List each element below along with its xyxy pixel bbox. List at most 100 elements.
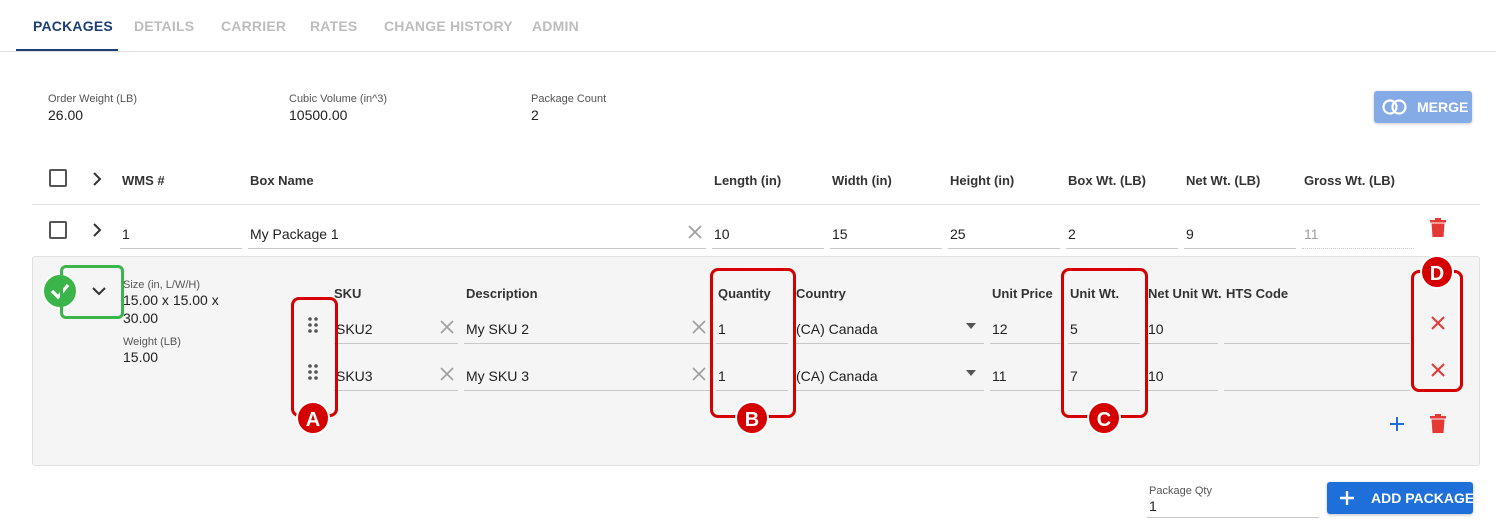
dropdown-arrow-icon (966, 323, 976, 329)
clear-icon[interactable] (692, 320, 706, 334)
header-divider (32, 204, 1480, 205)
weight-label: Weight (LB) (123, 336, 181, 348)
height-value: 25 (950, 226, 966, 242)
tab-rates[interactable]: RATES (310, 18, 357, 34)
clear-icon[interactable] (692, 367, 706, 381)
net-wt-value: 9 (1186, 226, 1194, 242)
net-wt-field[interactable]: 9 (1184, 209, 1296, 249)
unit-price-field[interactable]: 11 (990, 351, 1062, 391)
net-unit-wt-field[interactable]: 10 (1146, 351, 1218, 391)
unit-price-value: 11 (992, 368, 1007, 384)
annotation-badge-a: A (296, 401, 330, 435)
header-description: Description (466, 286, 538, 301)
unit-price-field[interactable]: 12 (990, 304, 1062, 344)
box-name-value: My Package 1 (250, 226, 339, 242)
length-value: 10 (714, 226, 730, 242)
header-height: Height (in) (950, 173, 1015, 188)
cubic-volume-value: 10500.00 (289, 107, 348, 123)
tab-carrier[interactable]: CARRIER (221, 18, 286, 34)
tab-change-history[interactable]: CHANGE HISTORY (384, 18, 513, 34)
package-qty-value: 1 (1149, 498, 1157, 514)
width-field[interactable]: 15 (830, 209, 942, 249)
header-net-unit-wt: Net Unit Wt. (1148, 286, 1222, 301)
add-item-plus-icon[interactable] (1389, 416, 1405, 432)
header-net-wt: Net Wt. (LB) (1186, 173, 1261, 188)
tab-packages[interactable]: PACKAGES (33, 18, 113, 34)
net-unit-wt-field[interactable]: 10 (1146, 304, 1218, 344)
annotation-box-a (291, 297, 338, 417)
sku-field[interactable]: SKU2 (334, 304, 458, 344)
delete-package-trash-icon[interactable] (1429, 218, 1447, 238)
annotation-box-b (710, 268, 796, 418)
dropdown-arrow-icon (966, 370, 976, 376)
cubic-volume-label: Cubic Volume (in^3) (289, 93, 388, 105)
wms-value: 1 (122, 226, 130, 242)
wms-field[interactable]: 1 (120, 209, 242, 249)
header-wms: WMS # (122, 173, 165, 188)
package-qty-field[interactable]: 1 (1147, 496, 1319, 518)
description-value: My SKU 2 (466, 321, 530, 337)
order-weight-value: 26.00 (48, 107, 84, 123)
size-value-line2: 30.00 (123, 310, 159, 326)
clear-icon[interactable] (440, 367, 454, 381)
header-box-wt: Box Wt. (LB) (1068, 173, 1146, 188)
box-name-field[interactable]: My Package 1 (248, 209, 706, 249)
merge-button[interactable]: MERGE (1374, 91, 1472, 123)
header-hts-code: HTS Code (1226, 286, 1289, 301)
gross-wt-value: 11 (1304, 226, 1319, 242)
unit-price-value: 12 (992, 321, 1008, 337)
country-value: (CA) Canada (796, 321, 878, 337)
annotation-badge-b: B (735, 401, 769, 435)
package-count-label: Package Count (531, 93, 607, 105)
tab-details[interactable]: DETAILS (134, 18, 194, 34)
order-weight-label: Order Weight (LB) (48, 93, 138, 105)
clear-icon[interactable] (688, 225, 702, 239)
description-field[interactable]: My SKU 2 (464, 304, 710, 344)
row-checkbox[interactable] (49, 221, 67, 239)
sku-value: SKU3 (336, 368, 373, 384)
annotation-box-c (1061, 268, 1148, 418)
header-country: Country (796, 286, 846, 301)
length-field[interactable]: 10 (712, 209, 824, 249)
select-all-checkbox[interactable] (49, 169, 67, 187)
height-field[interactable]: 25 (948, 209, 1060, 249)
add-package-label: ADD PACKAGE (1371, 490, 1475, 506)
net-unit-wt-value: 10 (1148, 368, 1164, 384)
description-field[interactable]: My SKU 3 (464, 351, 710, 391)
country-value: (CA) Canada (796, 368, 878, 384)
active-tab-indicator (16, 49, 118, 51)
weight-value: 15.00 (123, 349, 159, 365)
description-value: My SKU 3 (466, 368, 530, 384)
merge-button-label: MERGE (1417, 99, 1469, 115)
expand-all-chevron-icon[interactable] (89, 171, 105, 187)
box-wt-field[interactable]: 2 (1066, 209, 1178, 249)
header-sku: SKU (334, 286, 362, 301)
size-label: Size (in, L/W/H) (123, 279, 201, 291)
header-unit-price: Unit Price (992, 286, 1053, 301)
width-value: 15 (832, 226, 848, 242)
tab-bar: PACKAGES DETAILS CARRIER RATES CHANGE HI… (0, 0, 1496, 52)
plus-icon (1340, 491, 1354, 505)
collapse-row-chevron-icon[interactable] (91, 285, 107, 297)
size-value-line1: 15.00 x 15.00 x (123, 292, 219, 308)
sku-field[interactable]: SKU3 (334, 351, 458, 391)
clear-icon[interactable] (440, 320, 454, 334)
gross-wt-field: 11 (1302, 209, 1414, 249)
header-width: Width (in) (832, 173, 892, 188)
country-select[interactable]: (CA) Canada (794, 351, 984, 391)
merge-icon (1382, 99, 1407, 115)
header-length: Length (in) (714, 173, 782, 188)
net-unit-wt-value: 10 (1148, 321, 1164, 337)
tab-admin[interactable]: ADMIN (532, 18, 579, 34)
hts-code-field[interactable] (1224, 351, 1410, 391)
add-package-button[interactable]: ADD PACKAGE (1327, 482, 1475, 514)
delete-items-trash-icon[interactable] (1429, 414, 1447, 434)
header-box-name: Box Name (250, 173, 314, 188)
hts-code-field[interactable] (1224, 304, 1410, 344)
box-wt-value: 2 (1068, 226, 1076, 242)
annotation-badge-d: D (1420, 255, 1454, 289)
header-gross-wt: Gross Wt. (LB) (1304, 173, 1395, 188)
expand-row-chevron-icon[interactable] (89, 222, 105, 238)
country-select[interactable]: (CA) Canada (794, 304, 984, 344)
package-count-value: 2 (531, 107, 539, 123)
